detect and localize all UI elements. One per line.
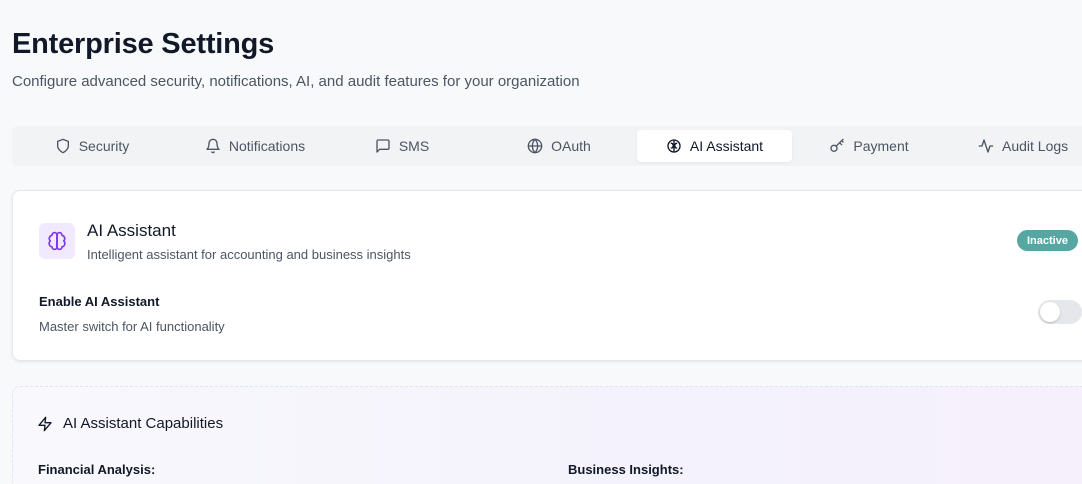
tab-label: Notifications (228, 138, 306, 154)
financial-analysis-heading: Financial Analysis: (38, 462, 156, 477)
tab-ai-assistant[interactable]: AI Assistant (637, 130, 792, 162)
enable-ai-toggle[interactable] (1038, 300, 1082, 324)
globe-icon (527, 138, 543, 154)
enable-ai-label: Enable AI Assistant (39, 294, 160, 309)
tab-label: Security (78, 138, 130, 154)
enable-ai-description: Master switch for AI functionality (39, 319, 225, 334)
page-subtitle: Configure advanced security, notificatio… (12, 73, 580, 90)
tab-sms[interactable]: SMS (327, 130, 477, 162)
tab-label: OAuth (551, 138, 591, 154)
activity-icon (978, 139, 994, 153)
tab-oauth[interactable]: OAuth (484, 130, 634, 162)
message-icon (376, 139, 390, 153)
ai-brain-icon-box (39, 223, 75, 259)
capabilities-card: AI Assistant Capabilities Financial Anal… (12, 386, 1082, 484)
settings-tabs: Security Notifications SMS OAuth AI Assi… (12, 126, 1082, 166)
page-title: Enterprise Settings (12, 28, 275, 60)
tab-label: AI Assistant (689, 138, 764, 154)
tab-label: Audit Logs (1002, 138, 1069, 154)
tab-notifications[interactable]: Notifications (180, 130, 330, 162)
tab-audit-logs[interactable]: Audit Logs (970, 130, 1082, 162)
zap-icon (38, 416, 52, 431)
key-icon (830, 138, 845, 152)
ai-card-title: AI Assistant (87, 221, 176, 240)
status-badge: Inactive (1017, 230, 1078, 251)
ai-card-description: Intelligent assistant for accounting and… (87, 247, 411, 262)
capabilities-header: AI Assistant Capabilities (37, 415, 223, 432)
tab-security[interactable]: Security (17, 130, 167, 162)
brain-icon (667, 139, 681, 153)
shield-icon (56, 138, 69, 154)
capabilities-title: AI Assistant Capabilities (63, 415, 224, 432)
business-insights-heading: Business Insights: (568, 462, 684, 477)
tab-label: SMS (398, 138, 430, 154)
ai-assistant-card: AI Assistant Intelligent assistant for a… (12, 190, 1082, 361)
tab-payment[interactable]: Payment (794, 130, 944, 162)
tab-label: Payment (853, 138, 909, 154)
toggle-knob (1040, 302, 1060, 322)
brain-icon (48, 231, 66, 251)
bell-icon (206, 138, 220, 154)
